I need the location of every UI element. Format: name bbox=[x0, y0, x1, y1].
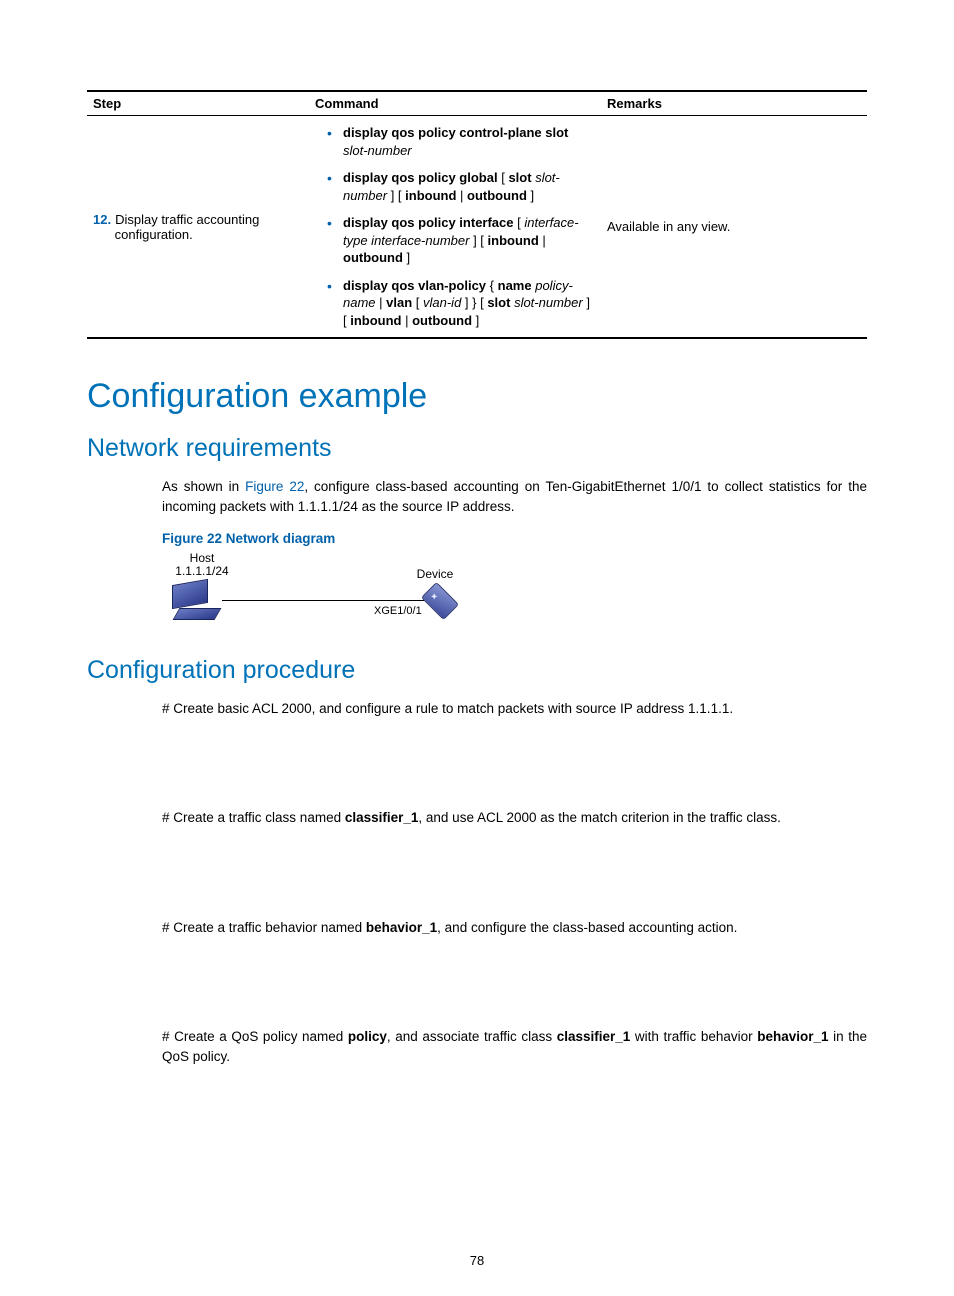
wire bbox=[222, 600, 424, 601]
step-text-l2: configuration. bbox=[115, 227, 193, 242]
command-item: display qos policy global [ slot slot-nu… bbox=[343, 169, 595, 204]
table-row: 12.Display traffic accounting configurat… bbox=[87, 116, 867, 339]
host-icon bbox=[172, 582, 220, 618]
command-table: Step Command Remarks 12.Display traffic … bbox=[87, 90, 867, 339]
proc-step-4: # Create a QoS policy named policy, and … bbox=[162, 1027, 867, 1066]
command-list: display qos policy control-plane slot sl… bbox=[315, 124, 595, 329]
proc-step-2: # Create a traffic class named classifie… bbox=[162, 808, 867, 828]
figure-caption: Figure 22 Network diagram bbox=[162, 531, 867, 546]
col-command: Command bbox=[309, 91, 601, 116]
heading-network-requirements: Network requirements bbox=[87, 434, 867, 463]
remarks-text: Available in any view. bbox=[601, 116, 867, 339]
heading-config-procedure: Configuration procedure bbox=[87, 656, 867, 685]
step-text-l1: Display traffic accounting bbox=[115, 212, 259, 227]
col-step: Step bbox=[87, 91, 309, 116]
network-diagram: Host1.1.1.1/24 XGE1/0/1 Device ✦ bbox=[162, 552, 472, 624]
page: { "table": { "headers": { "step": "Step"… bbox=[0, 0, 954, 1296]
heading-config-example: Configuration example bbox=[87, 377, 867, 416]
device-label: Device bbox=[410, 568, 460, 582]
proc-step-3: # Create a traffic behavior named behavi… bbox=[162, 918, 867, 938]
port-label: XGE1/0/1 bbox=[374, 605, 422, 618]
page-number: 78 bbox=[0, 1253, 954, 1268]
proc-step-1: # Create basic ACL 2000, and configure a… bbox=[162, 699, 867, 719]
netreq-paragraph: As shown in Figure 22, configure class-b… bbox=[162, 477, 867, 516]
text: As shown in bbox=[162, 479, 245, 494]
col-remarks: Remarks bbox=[601, 91, 867, 116]
command-item: display qos policy interface [ interface… bbox=[343, 214, 595, 267]
command-item: display qos policy control-plane slot sl… bbox=[343, 124, 595, 159]
router-icon: ✦ bbox=[422, 584, 458, 620]
command-item: display qos vlan-policy { name policy-na… bbox=[343, 277, 595, 330]
step-number: 12. bbox=[93, 212, 115, 227]
figure-ref-link[interactable]: Figure 22 bbox=[245, 479, 304, 494]
host-label: Host1.1.1.1/24 bbox=[162, 552, 242, 580]
